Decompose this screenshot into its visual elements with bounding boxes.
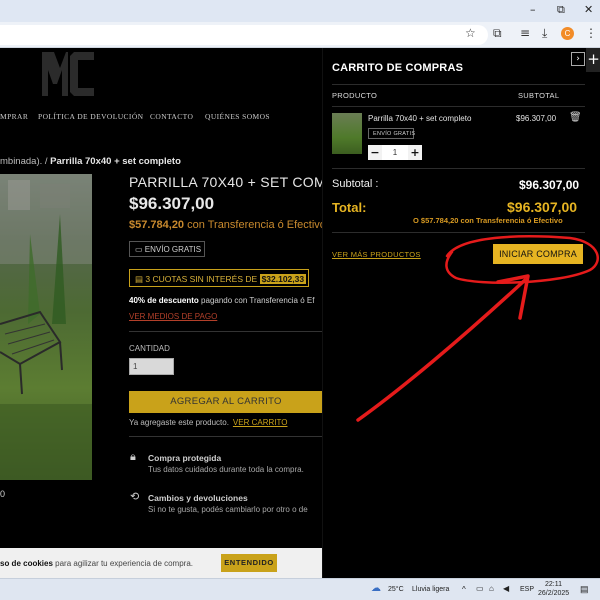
installments-text: 3 CUOTAS SIN INTERÉS DE [145, 274, 258, 284]
store-page: MPRAR POLÍTICA DE DEVOLUCIÓN CONTACTO QU… [0, 48, 600, 578]
cart-header-subtotal: SUBTOTAL [518, 91, 560, 100]
divider [129, 436, 323, 437]
see-more-products-link[interactable]: VER MÁS PRODUCTOS [332, 250, 421, 259]
transfer-price-value: $57.784,20 [129, 219, 185, 231]
view-cart-link[interactable]: VER CARRITO [233, 418, 288, 427]
feature-sub-protected: Tus datos cuidados durante toda la compr… [148, 465, 304, 474]
chevron-up-icon[interactable]: ^ [462, 585, 466, 594]
extensions-icon[interactable]: ⧉ [493, 26, 502, 41]
breadcrumb: mbinada). / Parrilla 70x40 + set complet… [0, 156, 181, 167]
download-icon[interactable]: ⤓ [542, 26, 547, 41]
cart-item-name[interactable]: Parrilla 70x40 + set completo [368, 114, 471, 123]
exchange-icon: ⟲ [130, 490, 140, 503]
nav-item-politica-devolucion[interactable]: POLÍTICA DE DEVOLUCIÓN [38, 112, 143, 121]
nav-item-contacto[interactable]: CONTACTO [150, 112, 193, 121]
media-queue-icon[interactable]: ≡ [520, 26, 530, 40]
browser-menu-icon[interactable]: ⋮ [585, 26, 597, 40]
cart-qty-input[interactable]: 1 [382, 145, 408, 160]
language-indicator[interactable]: ESP [520, 586, 534, 593]
cart-title: CARRITO DE COMPRAS [332, 62, 464, 74]
cart-drawer: CARRITO DE COMPRAS › + PRODUCTO SUBTOTAL… [322, 48, 600, 578]
cart-item-thumbnail[interactable] [332, 113, 362, 154]
added-text: Ya agregaste este producto. [129, 418, 229, 427]
store-logo-icon [42, 52, 94, 96]
feature-title-protected: Compra protegida [148, 453, 222, 463]
truck-icon: ▭ [135, 245, 145, 254]
total-alternative-price: O $57.784,20 con Transferencia ó Efectiv… [413, 216, 563, 225]
close-window-icon[interactable]: ✕ [584, 3, 593, 16]
nav-item-comprar[interactable]: MPRAR [0, 112, 28, 121]
browser-toolbar: ☆ ⧉ ≡ ⤓ C ⋮ [0, 22, 600, 48]
installments-value: $32.102,33 [259, 274, 307, 284]
weather-temp[interactable]: 25°C [388, 586, 404, 593]
address-bar[interactable] [0, 25, 488, 45]
cookie-text-rest: para agilizar tu experiencia de compra. [55, 559, 194, 568]
restore-icon[interactable]: ⧉ [557, 3, 565, 17]
volume-icon[interactable]: ◀ [503, 584, 509, 593]
qty-increase-button[interactable]: + [408, 145, 422, 160]
cookie-accept-button[interactable]: ENTENDIDO [221, 554, 277, 572]
divider [129, 331, 323, 332]
cart-item-price: $96.307,00 [516, 114, 557, 123]
product-title: PARRILLA 70X40 + SET COMP [129, 174, 336, 190]
breadcrumb-prefix[interactable]: mbinada). / [0, 156, 48, 167]
discount-bold: 40% de descuento [129, 296, 199, 305]
product-price: $96.307,00 [129, 194, 215, 213]
cookie-text-bold: so de cookies [0, 559, 53, 568]
bookmark-star-icon[interactable]: ☆ [465, 26, 476, 40]
free-shipping-label: ENVÍO GRATIS [144, 245, 202, 254]
subtotal-label: Subtotal : [332, 178, 379, 190]
discount-rest: pagando con Transferencia ó Ef [201, 296, 315, 305]
browser-title-bar: – ⧉ ✕ [0, 0, 600, 22]
payment-methods-link[interactable]: VER MEDIOS DE PAGO [129, 312, 217, 321]
cookie-text: so de cookies para agilizar tu experienc… [0, 559, 193, 568]
photo-edge-text: 0 [0, 489, 6, 499]
transfer-price: $57.784,20 con Transferencia ó Efectivo [129, 219, 326, 231]
profile-avatar-icon[interactable]: C [561, 27, 574, 40]
discount-text: 40% de descuento pagando con Transferenc… [129, 296, 314, 305]
quantity-label: CANTIDAD [129, 344, 170, 353]
checkout-button[interactable]: INICIAR COMPRA [493, 244, 583, 264]
quantity-input[interactable]: 1 [129, 358, 174, 375]
minimize-icon[interactable]: – [530, 3, 536, 16]
cart-divider [332, 84, 585, 85]
add-to-cart-button[interactable]: AGREGAR AL CARRITO [129, 391, 323, 413]
nav-item-quienes-somos[interactable]: QUIÉNES SOMOS [205, 112, 270, 121]
clock-date[interactable]: 26/2/2025 [538, 590, 569, 597]
feature-title-returns: Cambios y devoluciones [148, 493, 248, 503]
close-icon[interactable]: › [571, 52, 585, 66]
trash-icon[interactable]: 🗑︎ [569, 112, 582, 123]
breadcrumb-current: Parrilla 70x40 + set completo [50, 156, 181, 167]
total-value: $96.307,00 [507, 199, 578, 215]
product-photo[interactable] [0, 174, 92, 480]
clock-time[interactable]: 22:11 [545, 581, 562, 588]
network-icon[interactable]: ⌂ [489, 584, 494, 593]
transfer-price-text: con Transferencia ó Efectivo [187, 219, 326, 231]
weather-text[interactable]: Lluvia ligera [412, 586, 449, 593]
cart-divider [332, 106, 585, 107]
battery-icon[interactable]: ▭ [476, 584, 484, 593]
cart-header-product: PRODUCTO [332, 91, 378, 100]
free-shipping-badge: ▭ ENVÍO GRATIS [129, 241, 205, 257]
cart-divider [332, 232, 585, 233]
new-tab-plus-icon[interactable]: + [586, 48, 600, 72]
installments-box: ▤ 3 CUOTAS SIN INTERÉS DE $32.102,33 [129, 269, 309, 287]
total-label: Total: [332, 200, 367, 215]
cookie-banner: so de cookies para agilizar tu experienc… [0, 548, 322, 578]
cart-item-shipping-badge: ENVÍO GRATIS [368, 128, 415, 139]
subtotal-value: $96.307,00 [519, 178, 580, 192]
credit-card-icon: ▤ [135, 274, 146, 284]
qty-decrease-button[interactable]: − [368, 145, 382, 160]
added-notice: Ya agregaste este producto. VER CARRITO [129, 418, 287, 427]
grill-photo-icon [0, 174, 92, 480]
feature-sub-returns: Si no te gusta, podés cambiarlo por otro… [148, 505, 308, 514]
os-taskbar: ☁ 25°C Lluvia ligera ^ ▭ ⌂ ◀ ESP 22:11 2… [0, 578, 600, 600]
weather-icon[interactable]: ☁ [371, 583, 381, 594]
cart-divider [332, 168, 585, 169]
lock-icon: 🔒︎ [130, 450, 136, 463]
notifications-icon[interactable]: ▤ [580, 584, 589, 595]
